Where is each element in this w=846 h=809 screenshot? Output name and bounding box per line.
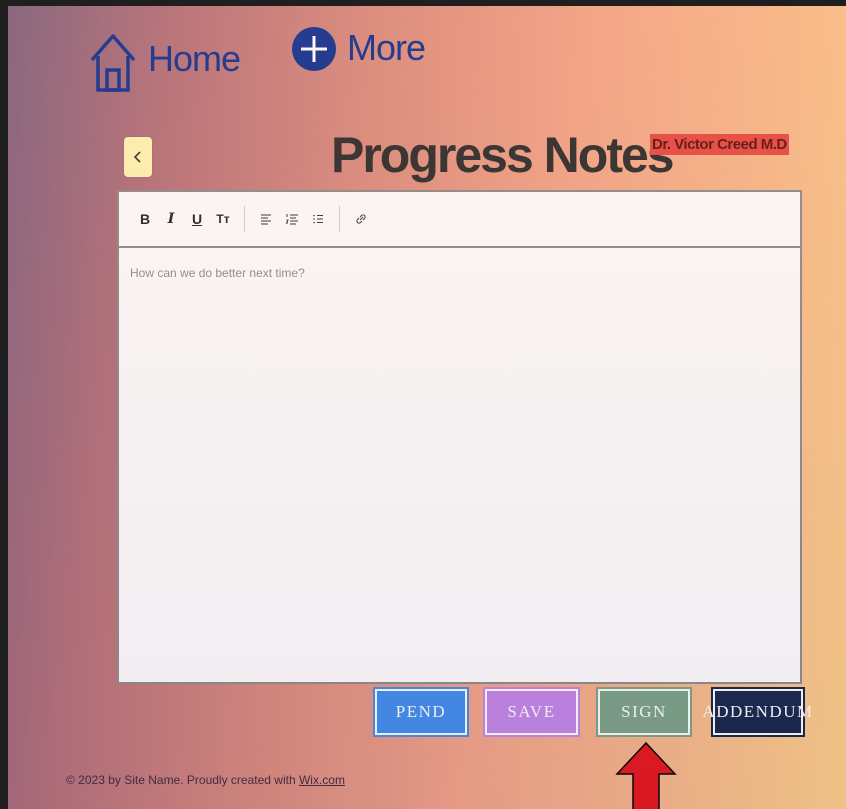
underline-button[interactable]: U [184, 204, 210, 234]
page-background: Home More Progress Notes Dr. Victor Cree… [8, 6, 846, 809]
link-icon [356, 214, 366, 224]
nav-home-link[interactable]: Home [88, 24, 241, 94]
footer-credit: © 2023 by Site Name. Proudly created wit… [66, 773, 345, 787]
editor-placeholder: How can we do better next time? [130, 266, 305, 280]
bullet-list-icon [313, 214, 323, 224]
back-button[interactable] [124, 137, 152, 177]
page-title: Progress Notes [331, 127, 675, 183]
plus-circle-icon [292, 27, 336, 71]
red-arrow-up-icon [615, 741, 677, 809]
sign-button[interactable]: SIGN [596, 687, 692, 737]
nav-home-label: Home [148, 38, 241, 79]
home-icon [90, 34, 136, 92]
bold-button[interactable]: B [132, 204, 158, 234]
ordered-list-button[interactable] [279, 204, 305, 234]
rich-text-editor: B I U Tт How can we do better next time? [117, 190, 802, 684]
pend-button[interactable]: PEND [373, 687, 469, 737]
bullet-list-button[interactable] [305, 204, 331, 234]
toolbar-divider [244, 206, 245, 232]
editor-toolbar: B I U Tт [119, 192, 800, 248]
nav-more-label: More [347, 27, 426, 68]
save-button[interactable]: SAVE [483, 687, 580, 737]
italic-button[interactable]: I [158, 204, 184, 234]
align-button[interactable] [253, 204, 279, 234]
doctor-name-badge: Dr. Victor Creed M.D [650, 134, 789, 155]
chevron-left-icon [133, 151, 141, 163]
ordered-list-icon [285, 214, 298, 225]
link-button[interactable] [348, 204, 374, 234]
addendum-button[interactable]: ADDENDUM [702, 687, 812, 737]
text-size-button[interactable]: Tт [210, 204, 236, 234]
footer-text: © 2023 by Site Name. Proudly created wit… [66, 773, 299, 787]
editor-text-area[interactable]: How can we do better next time? [119, 248, 800, 682]
nav-more-link[interactable]: More [291, 24, 426, 72]
wix-link[interactable]: Wix.com [299, 773, 345, 787]
toolbar-divider [339, 206, 340, 232]
align-left-icon [261, 214, 271, 225]
